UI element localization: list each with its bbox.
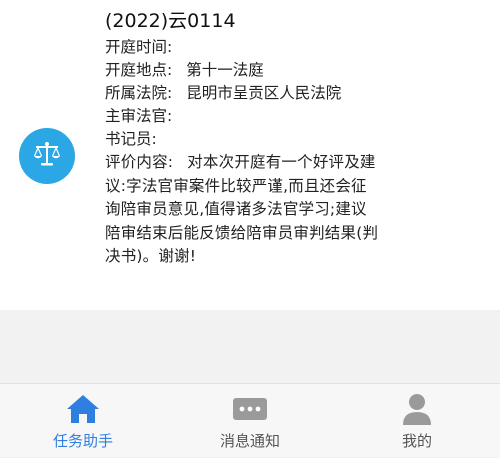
tab-label: 任务助手 xyxy=(52,432,113,450)
field-label: 开庭时间: xyxy=(105,38,173,56)
field-label: 主审法官: xyxy=(105,107,173,125)
bottom-tab-bar: 任务助手 消息通知 我的 xyxy=(0,383,500,457)
home-icon xyxy=(65,393,101,429)
scales-of-justice-icon xyxy=(31,138,63,174)
message-icon xyxy=(231,394,269,428)
field-hearing-time: 开庭时间: xyxy=(105,36,485,59)
field-value: 昆明市呈贡区人民法院 xyxy=(186,84,342,102)
tab-messages[interactable]: 消息通知 xyxy=(167,384,333,458)
tab-label: 我的 xyxy=(401,432,432,450)
field-court: 所属法院: 昆明市呈贡区人民法院 xyxy=(105,82,485,105)
evaluation-line: 评价内容: 对本次开庭有一个好评及建 xyxy=(105,151,485,175)
avatar xyxy=(19,128,75,184)
evaluation-label: 评价内容: xyxy=(105,153,174,171)
field-value: 第十一法庭 xyxy=(186,61,264,79)
case-details: (2022)云0114 开庭时间: 开庭地点: 第十一法庭 所属法院: 昆明市呈贡区… xyxy=(105,6,485,269)
case-number: (2022)云0114 xyxy=(105,10,236,32)
case-card[interactable]: (2022)云0114 开庭时间: 开庭地点: 第十一法庭 所属法院: 昆明市呈贡区… xyxy=(0,0,500,310)
field-label: 开庭地点: xyxy=(105,61,173,79)
field-label: 所属法院: xyxy=(105,84,173,102)
evaluation-line: 议:字法官审案件比较严谨,而且还会征 xyxy=(105,176,367,195)
tab-mine[interactable]: 我的 xyxy=(334,384,500,458)
evaluation-line: 决书)。谢谢! xyxy=(105,247,197,265)
evaluation-line: 询陪审员意见,值得诸多法官学习;建议 xyxy=(105,200,367,218)
evaluation-line: 陪审结束后能反馈给陪审员审判结果(判 xyxy=(105,223,379,242)
field-label: 书记员: xyxy=(105,130,157,148)
field-presiding-judge: 主审法官: xyxy=(105,105,485,128)
evaluation-text: 对本次开庭有一个好评及建 xyxy=(187,153,376,171)
user-icon xyxy=(400,392,434,430)
field-hearing-location: 开庭地点: 第十一法庭 xyxy=(105,59,485,82)
tab-label: 消息通知 xyxy=(219,432,280,450)
tab-task-assistant[interactable]: 任务助手 xyxy=(0,384,166,458)
evaluation-content: 评价内容: 对本次开庭有一个好评及建 议:字法官审案件比较严谨,而且还会征 询陪审… xyxy=(105,151,485,269)
field-clerk: 书记员: xyxy=(105,128,485,151)
